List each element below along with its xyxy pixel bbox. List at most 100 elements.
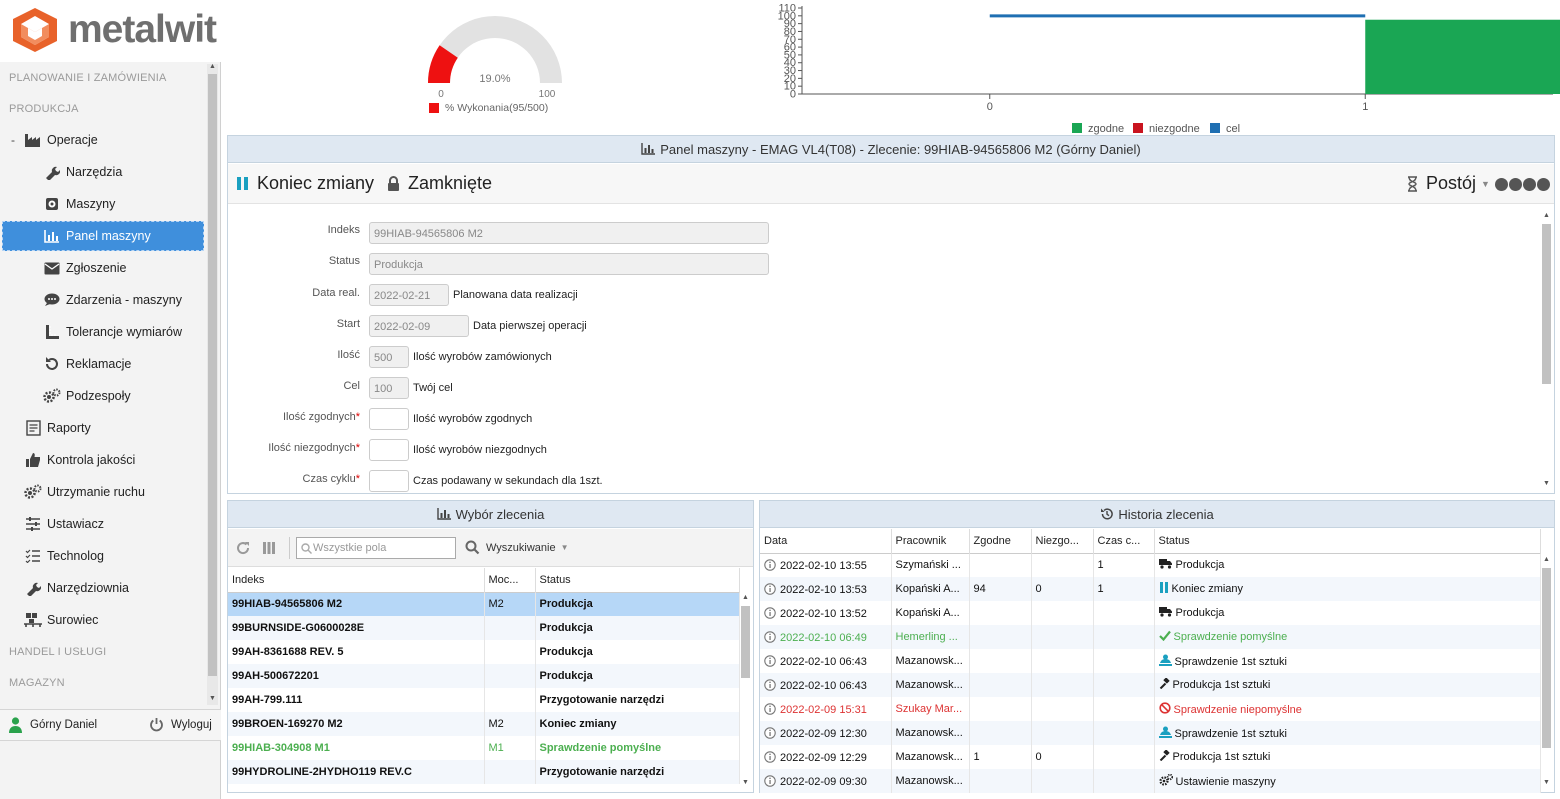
table-row[interactable]: 99HIAB-304908 M1 M1 Sprawdzenie pomyślne bbox=[228, 736, 740, 760]
col-zgodne[interactable]: Zgodne bbox=[969, 529, 1032, 553]
sidebar-item-ustawiacz[interactable]: Ustawiacz bbox=[23, 509, 104, 539]
y-tick-label: 110 bbox=[778, 3, 796, 15]
scroll-down-arrow-icon[interactable]: ▼ bbox=[742, 779, 749, 786]
col-niezgodne[interactable]: Niezgo... bbox=[1031, 529, 1094, 553]
scroll-down-arrow-icon[interactable]: ▼ bbox=[209, 695, 216, 702]
col-data[interactable]: Data bbox=[760, 529, 892, 553]
power-icon[interactable] bbox=[149, 717, 164, 732]
form-scrollbar[interactable]: ▲ ▼ bbox=[1541, 212, 1552, 491]
end-shift-button[interactable]: Koniec zmiany bbox=[237, 173, 374, 194]
ilosc-niezgodnych-input[interactable] bbox=[369, 439, 409, 461]
table-row[interactable]: 99BURNSIDE-G0600028E Produkcja bbox=[228, 616, 740, 640]
orders-scrollbar[interactable]: ▲ ▼ bbox=[740, 594, 751, 790]
sidebar-item-tolerancje[interactable]: Tolerancje wymiarów bbox=[42, 317, 182, 347]
info-icon[interactable] bbox=[764, 582, 780, 596]
collapse-marker[interactable]: - bbox=[11, 133, 15, 147]
orders-scrollbar-thumb[interactable] bbox=[741, 606, 750, 678]
table-row[interactable]: 2022-02-09 12:29 Mazanowsk... 1 0 Produkcja … bbox=[760, 745, 1541, 769]
start-field[interactable]: 2022-02-09 bbox=[369, 315, 469, 337]
info-icon[interactable] bbox=[764, 702, 780, 716]
scroll-up-arrow-icon[interactable]: ▲ bbox=[209, 63, 216, 70]
sidebar-item-narzedzia[interactable]: Narzędzia bbox=[42, 157, 122, 187]
search-input[interactable]: Wszystkie pola bbox=[296, 537, 456, 559]
data-real-field[interactable]: 2022-02-21 bbox=[369, 284, 449, 306]
table-row[interactable]: 2022-02-09 12:30 Mazanowsk... Sprawdzenie … bbox=[760, 721, 1541, 745]
table-row[interactable]: 2022-02-10 06:43 Mazanowsk... Produkcja 1s… bbox=[760, 673, 1541, 697]
sidebar-item-zdarzenia[interactable]: Zdarzenia - maszyny bbox=[42, 285, 182, 315]
info-icon[interactable] bbox=[764, 678, 780, 692]
scroll-down-arrow-icon[interactable]: ▼ bbox=[1543, 779, 1550, 786]
info-icon[interactable] bbox=[764, 774, 780, 788]
sidebar-item-panel-maszyny[interactable]: Panel maszyny bbox=[2, 221, 204, 251]
info-icon[interactable] bbox=[764, 726, 780, 740]
info-icon[interactable] bbox=[764, 606, 780, 620]
logo[interactable]: metalwit bbox=[0, 0, 221, 62]
table-row[interactable]: 99AH-8361688 REV. 5 Produkcja bbox=[228, 640, 740, 664]
table-row[interactable]: 99HYDROLINE-2HYDHO119 REV.C Przygotowanie… bbox=[228, 760, 740, 784]
closed-button[interactable]: Zamknięte bbox=[387, 173, 492, 194]
section-planowanie[interactable]: PLANOWANIE I ZAMÓWIENIA bbox=[9, 72, 167, 84]
label-status: Status bbox=[328, 255, 360, 267]
info-icon[interactable] bbox=[764, 654, 780, 668]
sidebar-item-narzedziownia[interactable]: Narzędziownia bbox=[23, 573, 129, 603]
table-row[interactable]: 99AH-799.111 Przygotowanie narzędzi bbox=[228, 688, 740, 712]
sidebar-item-operacje[interactable]: Operacje bbox=[23, 125, 98, 155]
table-row[interactable]: 2022-02-10 13:55 Szymański ... 1 Produkcja bbox=[760, 553, 1541, 577]
scroll-up-arrow-icon[interactable]: ▲ bbox=[1543, 556, 1550, 563]
legend-label-zgodne[interactable]: zgodne bbox=[1088, 123, 1124, 135]
table-row[interactable]: 2022-02-10 13:53 Kopański A... 94 0 1 Koniec … bbox=[760, 577, 1541, 601]
sidebar-item-raporty[interactable]: Raporty bbox=[23, 413, 91, 443]
sidebar-item-reklamacje[interactable]: Reklamacje bbox=[42, 349, 131, 379]
col-moc[interactable]: Moc... bbox=[484, 568, 536, 592]
section-produkcja[interactable]: PRODUKCJA bbox=[9, 103, 79, 115]
sidebar-item-zgloszenie[interactable]: Zgłoszenie bbox=[42, 253, 126, 283]
sidebar-item-surowiec[interactable]: Surowiec bbox=[23, 605, 98, 635]
search-mode-dropdown[interactable]: Wyszukiwanie ▼ bbox=[465, 540, 569, 555]
info-icon[interactable] bbox=[764, 750, 780, 764]
legend-label-cel[interactable]: cel bbox=[1226, 123, 1240, 135]
refresh-icon[interactable] bbox=[236, 541, 250, 555]
ilosc-field[interactable]: 500 bbox=[369, 346, 409, 368]
section-magazyn[interactable]: MAGAZYN bbox=[9, 677, 65, 689]
legend-label-niezgodne[interactable]: niezgodne bbox=[1149, 123, 1200, 135]
downtime-dropdown[interactable]: Postój ▼ bbox=[1407, 173, 1490, 194]
col-czas[interactable]: Czas c... bbox=[1093, 529, 1155, 553]
table-row[interactable]: 2022-02-09 15:31 Szukay Mar... Sprawdzenie… bbox=[760, 697, 1541, 721]
scroll-up-arrow-icon[interactable]: ▲ bbox=[1543, 212, 1550, 219]
info-icon[interactable] bbox=[764, 559, 780, 572]
cell-status: Sprawdzenie 1st sztuki bbox=[1154, 721, 1541, 745]
sidebar-item-technolog[interactable]: Technolog bbox=[23, 541, 104, 571]
indeks-field[interactable]: 99HIAB-94565806 M2 bbox=[369, 222, 769, 244]
sidebar-scrollbar-thumb[interactable] bbox=[208, 74, 217, 676]
ilosc-zgodnych-input[interactable] bbox=[369, 408, 409, 430]
table-row[interactable]: 2022-02-09 09:30 Mazanowsk... Ustawienie m… bbox=[760, 769, 1541, 793]
columns-icon[interactable] bbox=[262, 541, 276, 555]
col-pracownik[interactable]: Pracownik bbox=[891, 529, 970, 553]
scroll-down-arrow-icon[interactable]: ▼ bbox=[1543, 480, 1550, 487]
table-row[interactable]: 2022-02-10 06:49 Hemerling ... Sprawdzenie… bbox=[760, 625, 1541, 649]
table-row[interactable]: 99AH-500672201 Produkcja bbox=[228, 664, 740, 688]
col-indeks[interactable]: Indeks bbox=[228, 568, 485, 592]
table-row[interactable]: 99HIAB-94565806 M2 M2 Produkcja bbox=[228, 592, 740, 616]
scroll-up-arrow-icon[interactable]: ▲ bbox=[742, 594, 749, 601]
col-status[interactable]: Status bbox=[535, 568, 740, 592]
user-name[interactable]: Górny Daniel bbox=[30, 719, 97, 731]
table-row[interactable]: 2022-02-10 13:52 Kopański A... Produkcja bbox=[760, 601, 1541, 625]
info-icon[interactable] bbox=[764, 630, 780, 644]
sidebar-item-utrzymanie[interactable]: Utrzymanie ruchu bbox=[23, 477, 145, 507]
sidebar-item-podzespoly[interactable]: Podzespoły bbox=[42, 381, 131, 411]
table-row[interactable]: 2022-02-10 06:43 Mazanowsk... Sprawdzenie … bbox=[760, 649, 1541, 673]
sidebar-scrollbar[interactable]: ▲ ▼ bbox=[207, 63, 218, 705]
sidebar-item-maszyny[interactable]: Maszyny bbox=[42, 189, 115, 219]
status-field[interactable]: Produkcja bbox=[369, 253, 769, 275]
form-scrollbar-thumb[interactable] bbox=[1542, 224, 1551, 384]
czas-cyklu-input[interactable] bbox=[369, 470, 409, 492]
table-row[interactable]: 99BROEN-169270 M2 M2 Koniec zmiany bbox=[228, 712, 740, 736]
cel-field[interactable]: 100 bbox=[369, 377, 409, 399]
section-handel[interactable]: HANDEL I USŁUGI bbox=[9, 646, 106, 658]
sidebar-item-kontrola[interactable]: Kontrola jakości bbox=[23, 445, 135, 475]
col-status[interactable]: Status bbox=[1154, 529, 1541, 553]
logout-link[interactable]: Wyloguj bbox=[171, 719, 212, 731]
history-scrollbar[interactable]: ▲ ▼ bbox=[1541, 556, 1552, 790]
history-scrollbar-thumb[interactable] bbox=[1542, 568, 1551, 748]
